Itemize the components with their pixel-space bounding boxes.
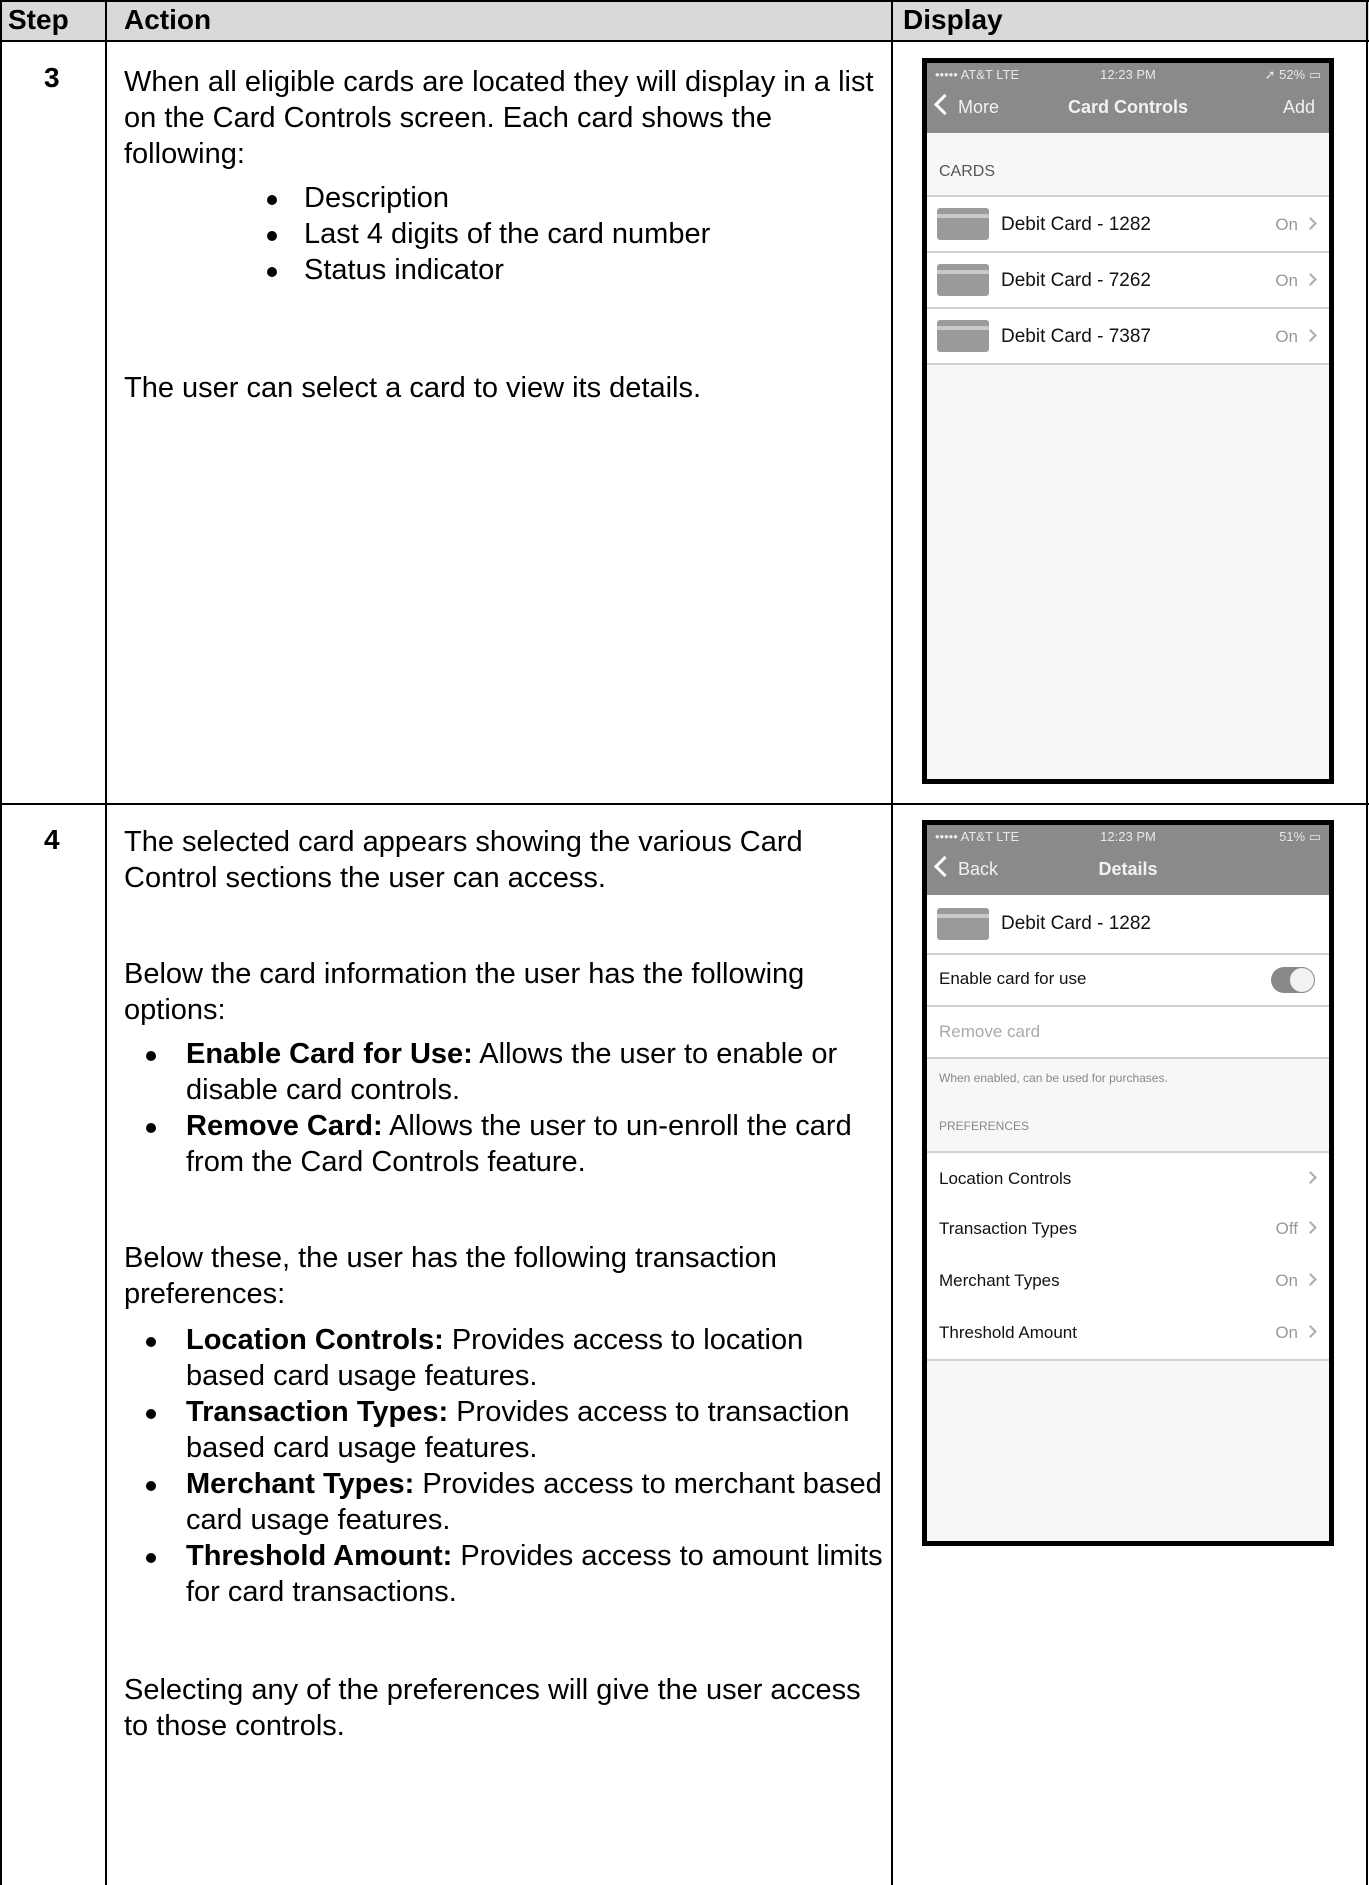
list-item: Transaction Types: Provides access to tr… [124, 1394, 884, 1466]
step3-action: When all eligible cards are located they… [124, 64, 884, 406]
header-display: Display [903, 4, 1003, 35]
list-item: Status indicator [262, 252, 884, 288]
card-summary: Debit Card - 1282 [927, 895, 1329, 955]
hint-text: When enabled, can be used for purchases. [939, 1071, 1168, 1085]
card-details-screenshot: ••••• AT&T LTE 12:23 PM 51% ▭ Back Detai… [922, 820, 1334, 1546]
list-item: Enable Card for Use: Allows the user to … [124, 1036, 884, 1108]
table-header: Step Action Display [0, 0, 1369, 40]
card-icon [937, 320, 989, 352]
nav-title: Card Controls [1067, 97, 1188, 117]
step4-options: Enable Card for Use: Allows the user to … [124, 1036, 884, 1180]
header-step: Step [8, 4, 69, 35]
nav-bar: More Card Controls Add [927, 85, 1329, 133]
list-item: Description [262, 180, 884, 216]
grid-line [0, 0, 1369, 2]
card-icon [937, 908, 989, 940]
enable-card-row: Enable card for use [927, 955, 1329, 1007]
chevron-right-icon [1304, 273, 1317, 286]
list-item: Location Controls: Provides access to lo… [124, 1322, 884, 1394]
step4-closing: Selecting any of the preferences will gi… [124, 1674, 861, 1742]
step-number: 4 [44, 824, 60, 855]
list-item-card[interactable]: Debit Card - 7262 On [927, 251, 1329, 309]
grid-line [1366, 0, 1368, 1885]
nav-title: Details [1098, 859, 1158, 879]
card-icon [937, 208, 989, 240]
step4-prefs: Location Controls: Provides access to lo… [124, 1322, 884, 1610]
list-item: Merchant Types: Provides access to merch… [124, 1466, 884, 1538]
chevron-right-icon [1304, 1171, 1317, 1184]
list-item: Last 4 digits of the card number [262, 216, 884, 252]
step4-options-intro: Below the card information the user has … [124, 958, 805, 1026]
pref-location-controls[interactable]: Location Controls [927, 1151, 1329, 1205]
list-item-card[interactable]: Debit Card - 7387 On [927, 307, 1329, 365]
pref-merchant-types[interactable]: Merchant Types On [927, 1255, 1329, 1309]
grid-line [105, 0, 107, 1885]
procedure-table: Step Action Display 3 When all eligible … [0, 0, 1369, 1885]
grid-line [0, 803, 1369, 805]
status-bar: ••••• AT&T LTE 12:23 PM ➚ 52% ▭ [927, 63, 1329, 85]
section-label: PREFERENCES [939, 1119, 1030, 1133]
grid-line [891, 0, 893, 1885]
remove-card-row[interactable]: Remove card [927, 1007, 1329, 1059]
pref-threshold-amount[interactable]: Threshold Amount On [927, 1307, 1329, 1361]
list-item: Threshold Amount: Provides access to amo… [124, 1538, 884, 1610]
step3-intro: When all eligible cards are located they… [124, 66, 874, 170]
nav-bar: Back Details [927, 847, 1329, 895]
enable-card-toggle[interactable] [1271, 967, 1315, 993]
step3-bullets: Description Last 4 digits of the card nu… [262, 180, 884, 288]
add-button[interactable]: Add [1283, 97, 1315, 118]
section-label: CARDS [939, 163, 996, 180]
status-bar: ••••• AT&T LTE 12:23 PM 51% ▭ [927, 825, 1329, 847]
step-number: 3 [44, 62, 60, 93]
card-controls-screenshot: ••••• AT&T LTE 12:23 PM ➚ 52% ▭ More Car… [922, 58, 1334, 784]
header-action: Action [124, 4, 212, 35]
step3-closing: The user can select a card to view its d… [124, 372, 702, 404]
chevron-right-icon [1304, 329, 1317, 342]
step4-prefs-intro: Below these, the user has the following … [124, 1242, 777, 1310]
chevron-right-icon [1304, 1325, 1317, 1338]
grid-line [0, 0, 2, 1885]
list-item: Remove Card: Allows the user to un-enrol… [124, 1108, 884, 1180]
grid-line [0, 40, 1369, 42]
card-icon [937, 264, 989, 296]
list-item-card[interactable]: Debit Card - 1282 On [927, 195, 1329, 253]
chevron-right-icon [1304, 217, 1317, 230]
step4-intro: The selected card appears showing the va… [124, 826, 803, 894]
pref-transaction-types[interactable]: Transaction Types Off [927, 1203, 1329, 1257]
chevron-right-icon [1304, 1221, 1317, 1234]
step4-action: The selected card appears showing the va… [124, 824, 884, 1744]
chevron-right-icon [1304, 1273, 1317, 1286]
